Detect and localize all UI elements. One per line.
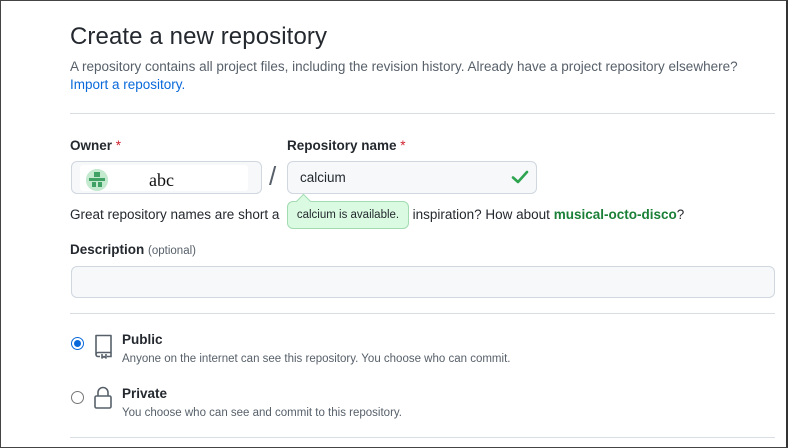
lock-icon xyxy=(94,386,112,409)
description-input[interactable] xyxy=(71,266,775,298)
required-marker: * xyxy=(115,138,122,153)
owner-label: Owner * xyxy=(70,138,122,153)
repo-icon xyxy=(95,334,112,359)
import-repository-link[interactable]: Import a repository. xyxy=(70,77,185,92)
divider xyxy=(70,437,775,438)
availability-tooltip: calcium is available. xyxy=(287,201,409,229)
check-icon xyxy=(511,170,529,184)
private-radio[interactable] xyxy=(71,391,84,404)
owner-select[interactable]: abc xyxy=(71,161,262,194)
page-title: Create a new repository xyxy=(70,23,328,50)
private-description: You choose who can see and commit to thi… xyxy=(122,407,402,419)
page-subtitle: A repository contains all project files,… xyxy=(70,59,738,74)
required-marker: * xyxy=(400,138,406,153)
divider xyxy=(70,313,775,314)
divider xyxy=(70,113,775,114)
owner-repo-separator: / xyxy=(269,161,277,191)
optional-marker: (optional) xyxy=(148,245,196,257)
suggested-name-link[interactable]: musical-octo-disco xyxy=(554,207,677,222)
public-radio[interactable] xyxy=(71,337,84,350)
private-title: Private xyxy=(122,386,168,401)
public-description: Anyone on the internet can see this repo… xyxy=(122,353,511,365)
create-repository-page: Create a new repository A repository con… xyxy=(0,0,788,448)
identicon-icon xyxy=(86,169,108,191)
repository-name-label: Repository name * xyxy=(287,138,406,153)
public-title: Public xyxy=(122,332,163,347)
owner-name: abc xyxy=(149,170,174,190)
description-label: Description (optional) xyxy=(70,242,196,257)
avatar xyxy=(86,169,108,191)
repository-name-input[interactable]: calcium xyxy=(287,161,537,194)
